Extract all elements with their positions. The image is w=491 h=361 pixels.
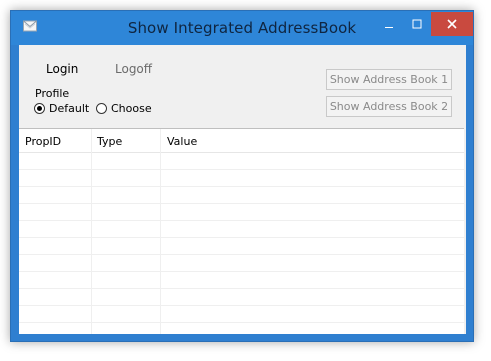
logoff-button[interactable]: Logoff [115,62,152,76]
row-gridline [19,322,464,323]
minimize-button[interactable] [375,12,403,36]
radio-unselected-icon [96,103,107,114]
radio-selected-icon [34,103,45,114]
profile-choose-label: Choose [111,102,152,115]
row-gridline [19,271,464,272]
maximize-button[interactable] [403,12,431,36]
client-area: Login Logoff Profile Default Choose Show… [19,45,466,334]
row-gridline [19,254,464,255]
show-address-book-1-button[interactable]: Show Address Book 1 [326,69,452,90]
column-header-value[interactable]: Value [167,135,197,148]
properties-table[interactable]: PropID Type Value [19,128,464,334]
login-button[interactable]: Login [46,62,78,76]
row-gridline [19,203,464,204]
close-icon [447,19,457,29]
maximize-icon [412,19,422,29]
row-gridline [19,220,464,221]
row-gridline [19,169,464,170]
minimize-icon [385,27,393,28]
row-gridline [19,237,464,238]
profile-default-radio[interactable]: Default [34,102,89,115]
profile-group-label: Profile [35,87,70,100]
column-divider [160,129,161,334]
main-window: Show Integrated AddressBook Login Logoff… [10,10,474,342]
row-gridline [19,186,464,187]
column-header-type[interactable]: Type [97,135,122,148]
show-address-book-2-button[interactable]: Show Address Book 2 [326,96,452,117]
row-gridline [19,305,464,306]
profile-default-label: Default [49,102,90,115]
row-gridline [19,288,464,289]
close-button[interactable] [431,12,473,36]
title-bar[interactable]: Show Integrated AddressBook [11,11,473,45]
column-divider [91,129,92,334]
profile-choose-radio[interactable]: Choose [96,102,152,115]
column-header-propid[interactable]: PropID [25,135,61,148]
table-header: PropID Type Value [19,129,464,153]
